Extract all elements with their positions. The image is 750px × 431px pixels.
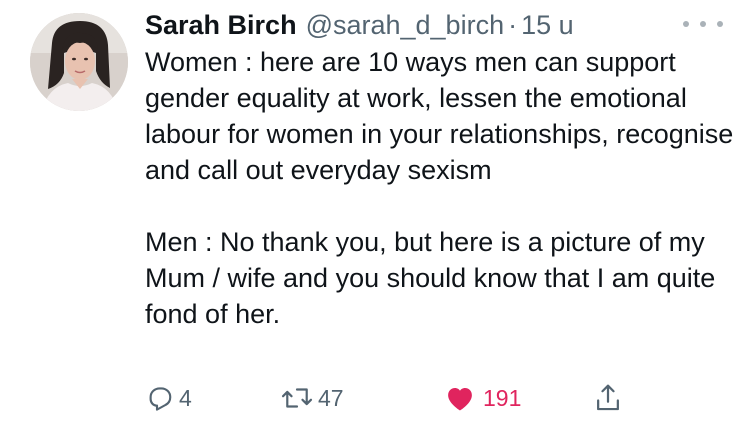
heart-icon [445,384,475,412]
tweet-card[interactable]: Sarah Birch @sarah_d_birch · 15 u Women … [0,0,750,431]
more-dots-icon[interactable] [683,14,723,34]
display-name[interactable]: Sarah Birch [145,10,297,41]
separator-dot: · [508,9,518,40]
tweet-paragraph: Men : No thank you, but here is a pictur… [145,227,716,329]
like-button[interactable]: 191 [445,378,521,418]
tweet-actions: 4 47 191 [145,378,745,418]
retweet-count: 47 [318,384,344,411]
retweet-button[interactable]: 47 [280,378,344,418]
more-dot [717,21,723,27]
tweet-header: Sarah Birch @sarah_d_birch · 15 u [145,8,574,42]
like-count: 191 [483,384,522,411]
more-dot [683,21,689,27]
profile-photo [30,13,128,111]
user-handle[interactable]: @sarah_d_birch [306,10,505,41]
reply-count: 4 [179,384,192,411]
tweet-text: Women : here are 10 ways men can support… [145,44,735,332]
timestamp[interactable]: 15 u [521,10,574,41]
share-icon [593,382,623,414]
avatar[interactable] [30,13,128,111]
tweet-paragraph: Women : here are 10 ways men can support… [145,47,734,185]
reply-icon [145,383,175,413]
more-dot [700,21,706,27]
retweet-icon [280,383,314,413]
reply-button[interactable]: 4 [145,378,192,418]
share-button[interactable] [593,378,623,418]
